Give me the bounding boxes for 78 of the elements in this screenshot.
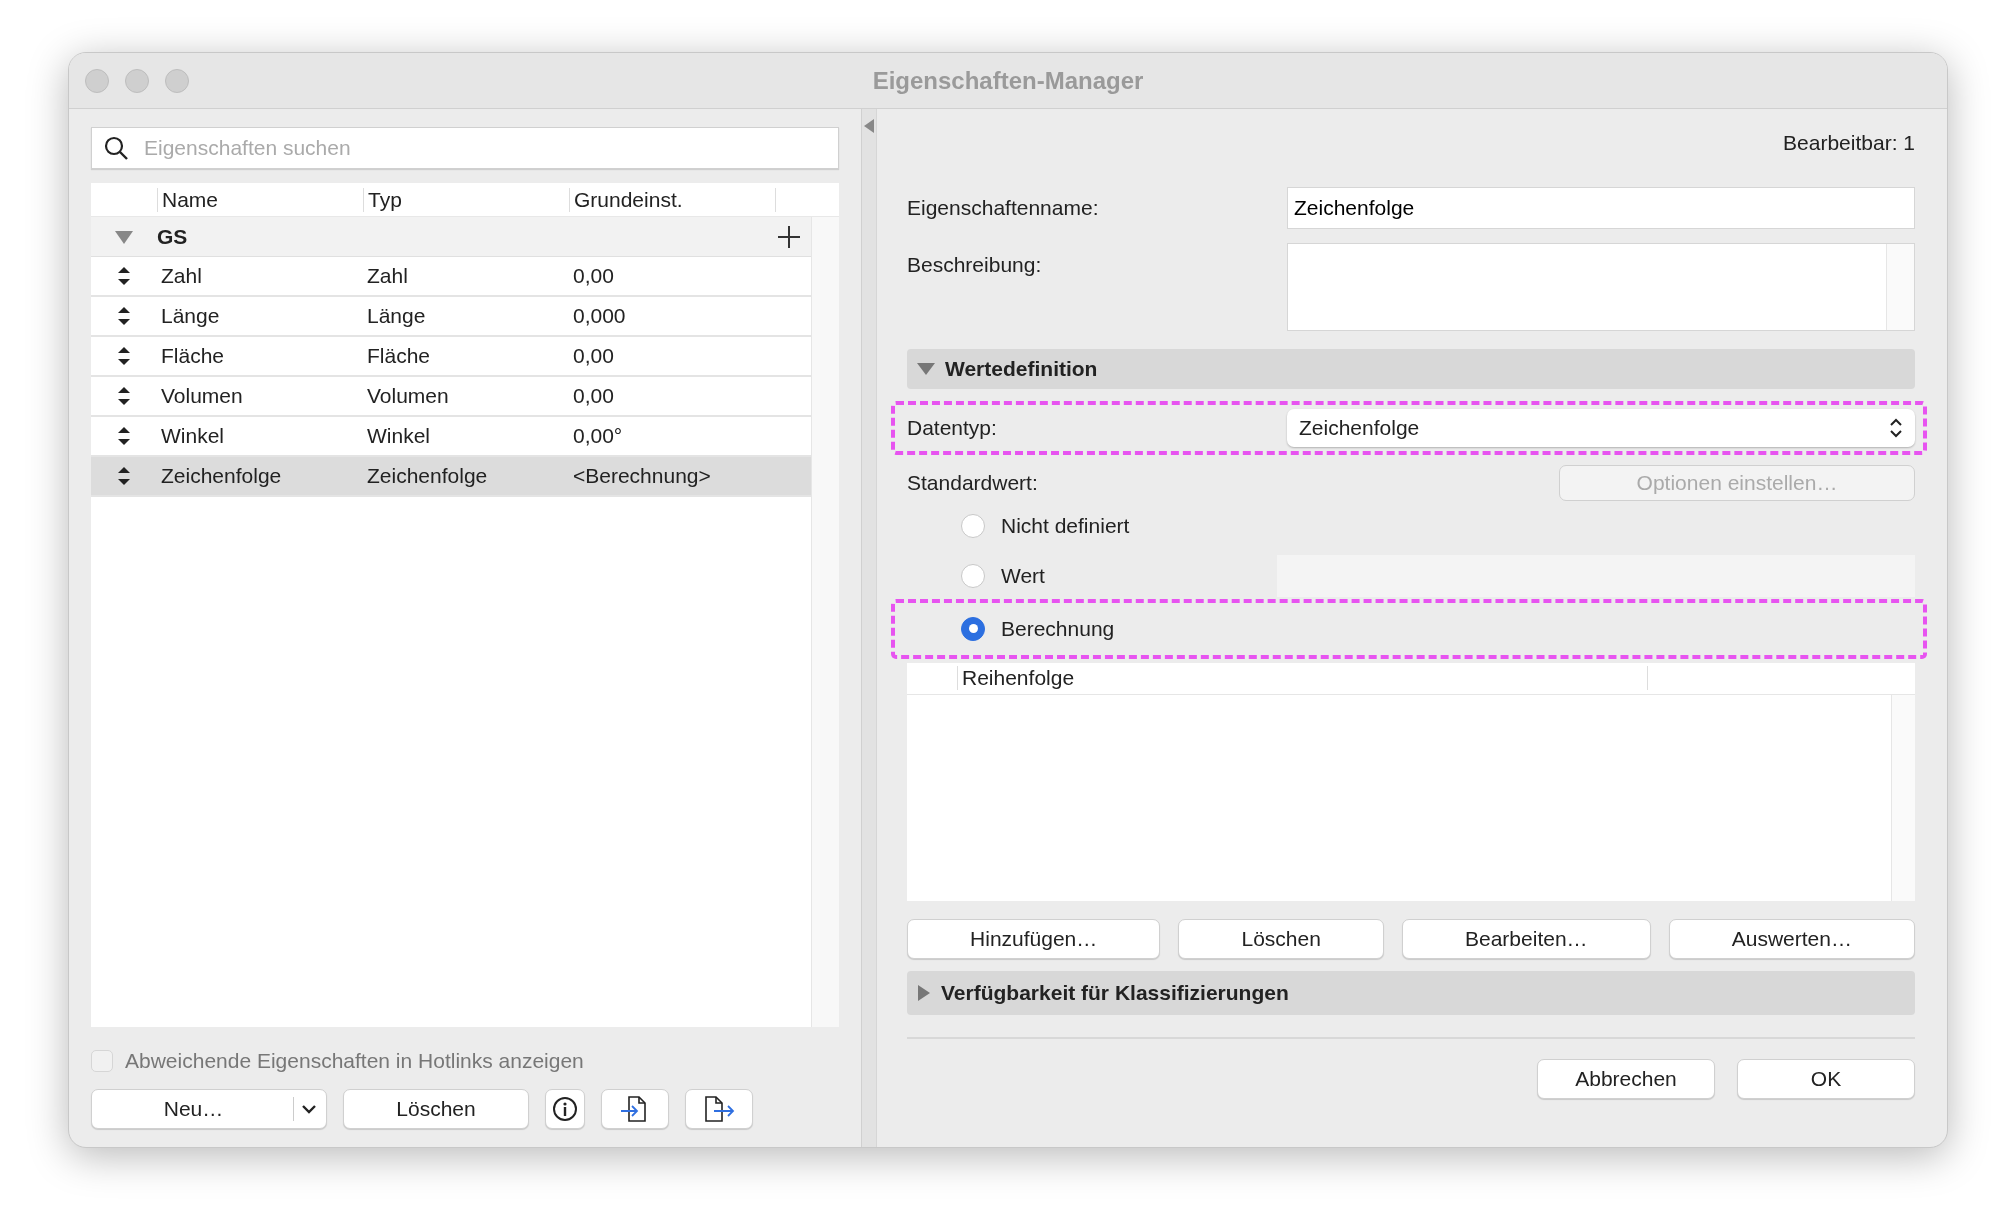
options-button: Optionen einstellen… (1559, 464, 1915, 501)
table-cell: Zeichenfolge (367, 464, 488, 488)
table-cell: 0,00 (573, 264, 614, 288)
disclosure-triangle-icon[interactable] (114, 228, 134, 245)
sort-handle-icon[interactable] (117, 467, 131, 485)
table-cell: 0,00° (573, 424, 623, 448)
group-label: GS (157, 223, 189, 250)
chevron-down-icon (302, 1104, 316, 1114)
radio-button[interactable] (961, 563, 985, 588)
radio-option[interactable]: Berechnung (961, 612, 1261, 645)
disclosure-triangle-icon (917, 984, 931, 1001)
sort-handle-icon[interactable] (117, 267, 131, 285)
column-header[interactable]: Grundeinst. (569, 187, 775, 212)
field-label: Beschreibung: (907, 251, 1043, 278)
list-action-button[interactable]: Bearbeiten… (1401, 918, 1651, 959)
radio-option[interactable]: Wert (961, 559, 1261, 592)
dialog-button[interactable]: OK (1737, 1058, 1915, 1099)
sort-handle-icon[interactable] (117, 347, 131, 365)
column-header[interactable]: Name (157, 187, 363, 212)
table-cell: Winkel (161, 424, 224, 448)
name-field[interactable]: Zeichenfolge (1287, 186, 1915, 229)
section-header[interactable]: Verfügbarkeit für Klassifizierungen (907, 970, 1915, 1015)
radio-button[interactable] (961, 616, 985, 641)
export-button[interactable] (685, 1089, 753, 1129)
table-row[interactable]: Zahl Zahl 0,00 (91, 257, 811, 297)
table-cell: Länge (367, 304, 426, 328)
info-icon (552, 1096, 578, 1122)
table-cell: Länge (161, 304, 220, 328)
up-down-chevron-icon (1889, 416, 1903, 439)
collapse-arrow-icon[interactable] (864, 119, 874, 133)
delete-button[interactable]: Löschen (343, 1089, 529, 1129)
sort-handle-icon[interactable] (117, 427, 131, 445)
table-cell: 0,000 (573, 304, 626, 328)
section-header[interactable]: Wertedefinition (907, 348, 1915, 389)
checkbox-label: Abweichende Eigenschaften in Hotlinks anzeigen (125, 1048, 584, 1075)
list-action-button[interactable]: Auswerten… (1668, 918, 1915, 959)
sort-handle-icon[interactable] (117, 387, 131, 405)
scrollbar-track[interactable] (1886, 243, 1914, 330)
scrollbar-track[interactable] (1891, 694, 1915, 901)
new-split-button[interactable]: Neu… (91, 1089, 327, 1129)
table-cell: Volumen (161, 384, 243, 408)
search-icon (103, 135, 129, 161)
datatype-dropdown[interactable]: Zeichenfolge (1287, 408, 1915, 447)
add-icon[interactable] (777, 224, 801, 249)
scrollbar-track[interactable] (811, 217, 839, 1027)
import-button[interactable] (601, 1089, 669, 1129)
table-cell: Volumen (367, 384, 449, 408)
table-cell: Zahl (367, 264, 408, 288)
column-header[interactable]: Typ (363, 187, 569, 212)
export-document-icon (703, 1094, 735, 1124)
sort-handle-icon[interactable] (117, 307, 131, 325)
description-field[interactable] (1287, 242, 1915, 331)
list-action-button[interactable]: Hinzufügen… (907, 918, 1161, 959)
search-field[interactable]: Eigenschaften suchen (91, 127, 839, 169)
info-button[interactable] (545, 1089, 585, 1129)
disclosure-triangle-icon (917, 361, 935, 376)
field-label: Datentyp: (907, 414, 998, 441)
table-cell: Winkel (367, 424, 430, 448)
table-row[interactable]: Volumen Volumen 0,00 (91, 377, 811, 417)
field-label: Eigenschaftenname: (907, 194, 1100, 221)
editable-count: Bearbeitbar: 1 (1783, 131, 1915, 154)
table-cell: Zeichenfolge (161, 464, 282, 488)
table-cell: 0,00 (573, 344, 614, 368)
table-row[interactable]: Zeichenfolge Zeichenfolge <Berechnung> (91, 457, 811, 497)
table-row[interactable]: Länge Länge 0,000 (91, 297, 811, 337)
radio-button[interactable] (961, 513, 985, 538)
table-cell: Zahl (161, 264, 202, 288)
column-header[interactable]: Reihenfolge (957, 666, 1647, 690)
table-cell: Fläche (161, 344, 225, 368)
table-row[interactable]: Fläche Fläche 0,00 (91, 337, 811, 377)
list-action-button[interactable]: Löschen (1178, 918, 1384, 959)
table-cell: Fläche (367, 344, 431, 368)
dialog-button[interactable]: Abbrechen (1537, 1058, 1715, 1099)
window-title: Eigenschaften-Manager (872, 65, 1144, 96)
field-label: Standardwert: (907, 469, 1038, 496)
table-cell: 0,00 (573, 384, 614, 408)
table-cell: <Berechnung> (573, 464, 711, 488)
radio-option[interactable]: Nicht definiert (961, 509, 1261, 542)
